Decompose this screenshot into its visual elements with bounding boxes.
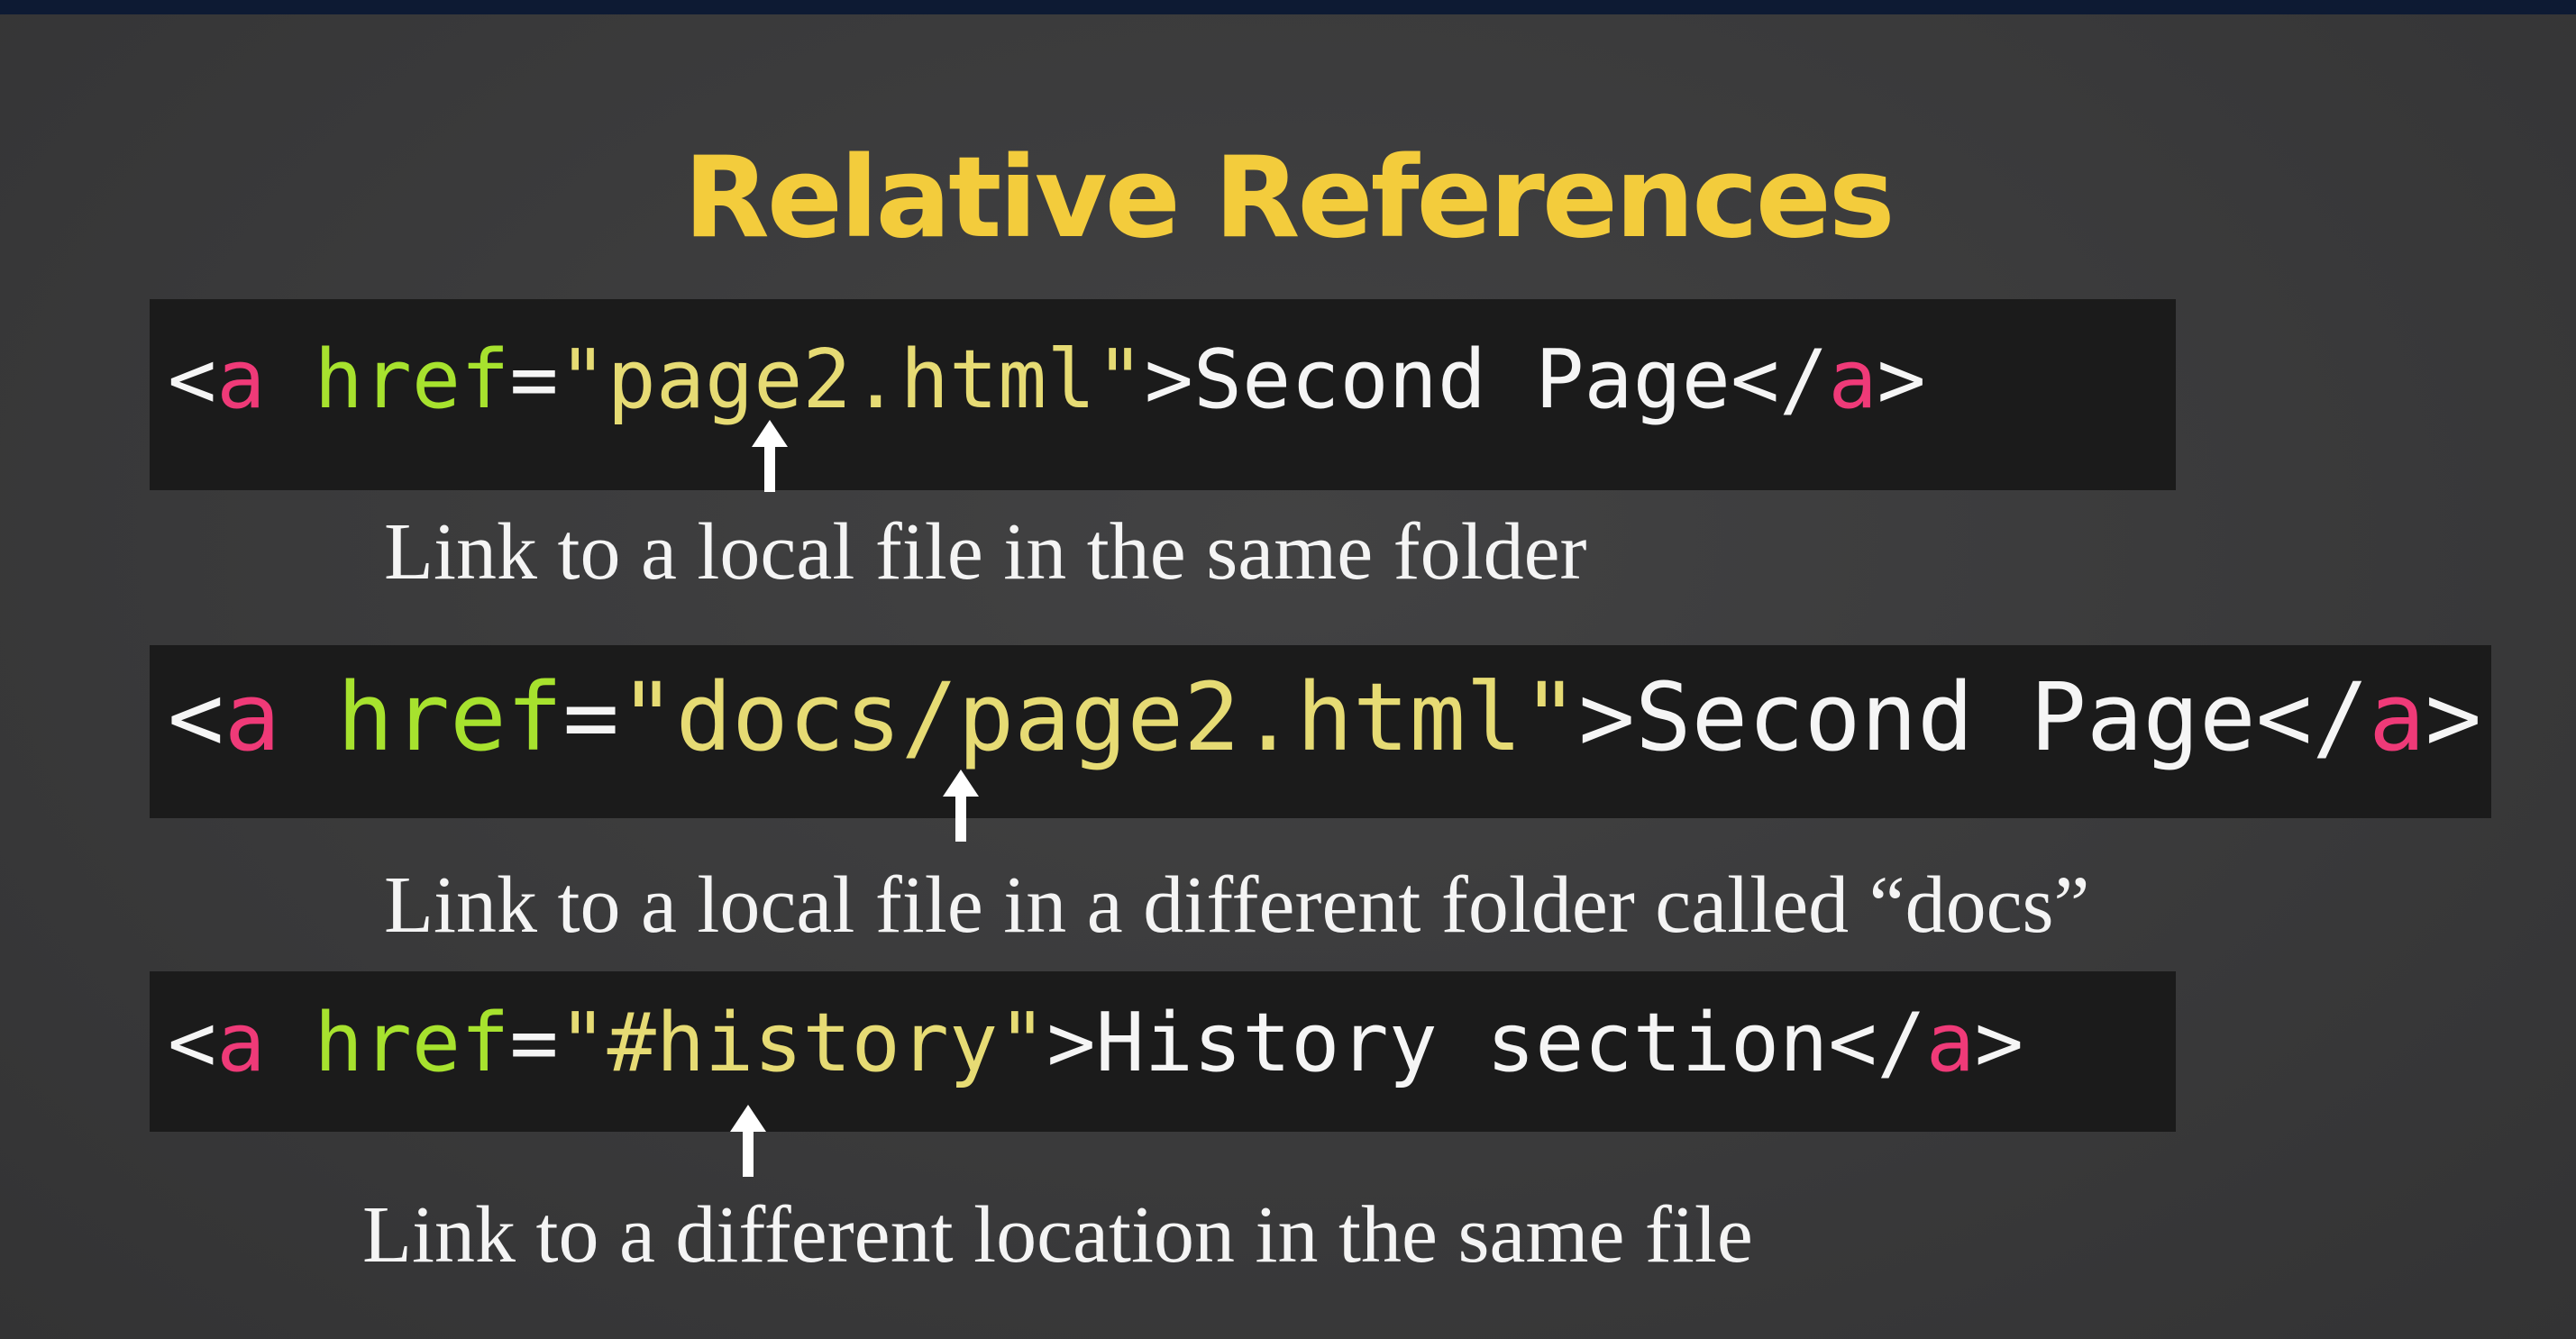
code-tag: a (224, 662, 281, 772)
code-attribute-value: "#history" (558, 996, 1047, 1090)
code-attribute: href (314, 332, 510, 427)
code-block-same-file: <a href="#history">History section</a> (150, 971, 2176, 1132)
code-end-close: > (1877, 332, 1926, 427)
up-arrow-icon (730, 1105, 766, 1177)
code-open-bracket: < (168, 332, 217, 427)
up-arrow-icon (943, 770, 979, 842)
code-end-tag: a (1828, 332, 1877, 427)
code-block-docs-folder: <a href="docs/page2.html">Second Page</a… (150, 645, 2491, 818)
code-close-bracket: > (1046, 996, 1096, 1090)
caption-same-folder: Link to a local file in the same folder (384, 507, 1587, 597)
code-equals: = (562, 662, 619, 772)
code-end-open: </ (1730, 332, 1829, 427)
caption-docs-folder: Link to a local file in a different fold… (384, 861, 2090, 950)
code-link-text: Second Page (1635, 662, 2256, 772)
code-close-bracket: > (1144, 332, 1193, 427)
code-end-close: > (2425, 662, 2482, 772)
up-arrow-icon (752, 420, 788, 492)
code-equals: = (509, 996, 559, 1090)
code-attribute-value: "page2.html" (558, 332, 1145, 427)
code-end-close: > (1974, 996, 2024, 1090)
code-close-bracket: > (1578, 662, 1636, 772)
code-tag: a (216, 996, 266, 1090)
code-attribute-value: "docs/page2.html" (618, 662, 1579, 772)
caption-same-file: Link to a different location in the same… (362, 1190, 1753, 1280)
code-end-open: </ (1828, 996, 1926, 1090)
code-tag: a (216, 332, 266, 427)
code-attribute: href (314, 996, 510, 1090)
slide-title: Relative References (683, 133, 1895, 263)
code-equals: = (509, 332, 559, 427)
code-end-tag: a (2369, 662, 2425, 772)
code-end-open: </ (2255, 662, 2369, 772)
slide: Relative References <a href="page2.html"… (0, 0, 2576, 1339)
top-bar (0, 0, 2576, 14)
code-open-bracket: < (168, 662, 224, 772)
code-end-tag: a (1925, 996, 1975, 1090)
code-link-text: History section (1095, 996, 1829, 1090)
code-block-same-folder: <a href="page2.html">Second Page</a> (150, 299, 2176, 490)
code-link-text: Second Page (1192, 332, 1731, 427)
code-open-bracket: < (168, 996, 217, 1090)
code-attribute: href (336, 662, 563, 772)
